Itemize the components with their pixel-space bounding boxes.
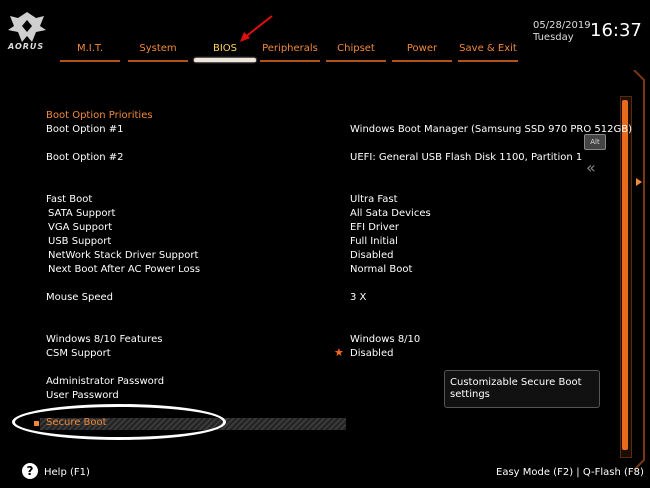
boot-option-1-value[interactable]: Windows Boot Manager (Samsung SSD 970 PR… <box>350 124 632 135</box>
usb-support-label[interactable]: USB Support <box>48 236 111 247</box>
boot-option-2-value[interactable]: UEFI: General USB Flash Disk 1100, Parti… <box>350 152 582 163</box>
mouse-speed-label[interactable]: Mouse Speed <box>46 292 113 303</box>
windows-features-value[interactable]: Windows 8/10 <box>350 334 420 345</box>
scrollbar-thumb[interactable] <box>622 100 628 450</box>
csm-support-label[interactable]: CSM Support <box>46 348 111 359</box>
mouse-speed-value[interactable]: 3 X <box>350 292 366 303</box>
alt-key-badge: Alt <box>584 134 606 150</box>
fast-boot-value[interactable]: Ultra Fast <box>350 194 398 205</box>
star-icon: ★ <box>334 346 344 359</box>
logo-text: AORUS <box>8 42 45 51</box>
tab-chipset[interactable]: Chipset <box>326 38 386 62</box>
boot-option-2-label[interactable]: Boot Option #2 <box>46 152 124 163</box>
tab-mit[interactable]: M.I.T. <box>60 38 120 62</box>
sata-support-label[interactable]: SATA Support <box>48 208 115 219</box>
usb-support-value[interactable]: Full Initial <box>350 236 398 247</box>
tab-power[interactable]: Power <box>392 38 452 62</box>
admin-password-label[interactable]: Administrator Password <box>46 376 164 387</box>
help-f1-button[interactable]: Help (F1) <box>44 467 90 478</box>
double-chevron-left-icon[interactable]: « <box>586 158 596 177</box>
section-title-boot-priorities: Boot Option Priorities <box>46 110 153 121</box>
tab-system[interactable]: System <box>128 38 188 62</box>
vga-support-label[interactable]: VGA Support <box>48 222 112 233</box>
easy-mode-qflash-shortcuts[interactable]: Easy Mode (F2) | Q-Flash (F8) <box>496 467 644 478</box>
main-tab-bar: M.I.T. System BIOS Peripherals Chipset P… <box>60 38 530 62</box>
user-password-label[interactable]: User Password <box>46 390 119 401</box>
tab-save-exit[interactable]: Save & Exit <box>458 38 518 62</box>
highlight-ellipse-annotation <box>12 404 226 440</box>
question-circle-icon[interactable]: ? <box>22 463 38 479</box>
side-frame-decoration <box>633 70 645 470</box>
item-help-box: Customizable Secure Boot settings <box>444 370 600 408</box>
ac-power-loss-value[interactable]: Normal Boot <box>350 264 412 275</box>
day-display: Tuesday <box>533 32 574 43</box>
time-display: 16:37 <box>590 20 642 41</box>
fast-boot-label[interactable]: Fast Boot <box>46 194 92 205</box>
date-display: 05/28/2019 <box>533 20 591 31</box>
windows-features-label[interactable]: Windows 8/10 Features <box>46 334 162 345</box>
network-stack-value[interactable]: Disabled <box>350 250 393 261</box>
ac-power-loss-label[interactable]: Next Boot After AC Power Loss <box>48 264 200 275</box>
network-stack-label[interactable]: NetWork Stack Driver Support <box>48 250 198 261</box>
boot-option-1-label[interactable]: Boot Option #1 <box>46 124 124 135</box>
vga-support-value[interactable]: EFI Driver <box>350 222 399 233</box>
sata-support-value[interactable]: All Sata Devices <box>350 208 431 219</box>
tab-peripherals[interactable]: Peripherals <box>260 38 320 62</box>
active-tab-indicator <box>194 58 256 62</box>
csm-support-value[interactable]: Disabled <box>350 348 393 359</box>
